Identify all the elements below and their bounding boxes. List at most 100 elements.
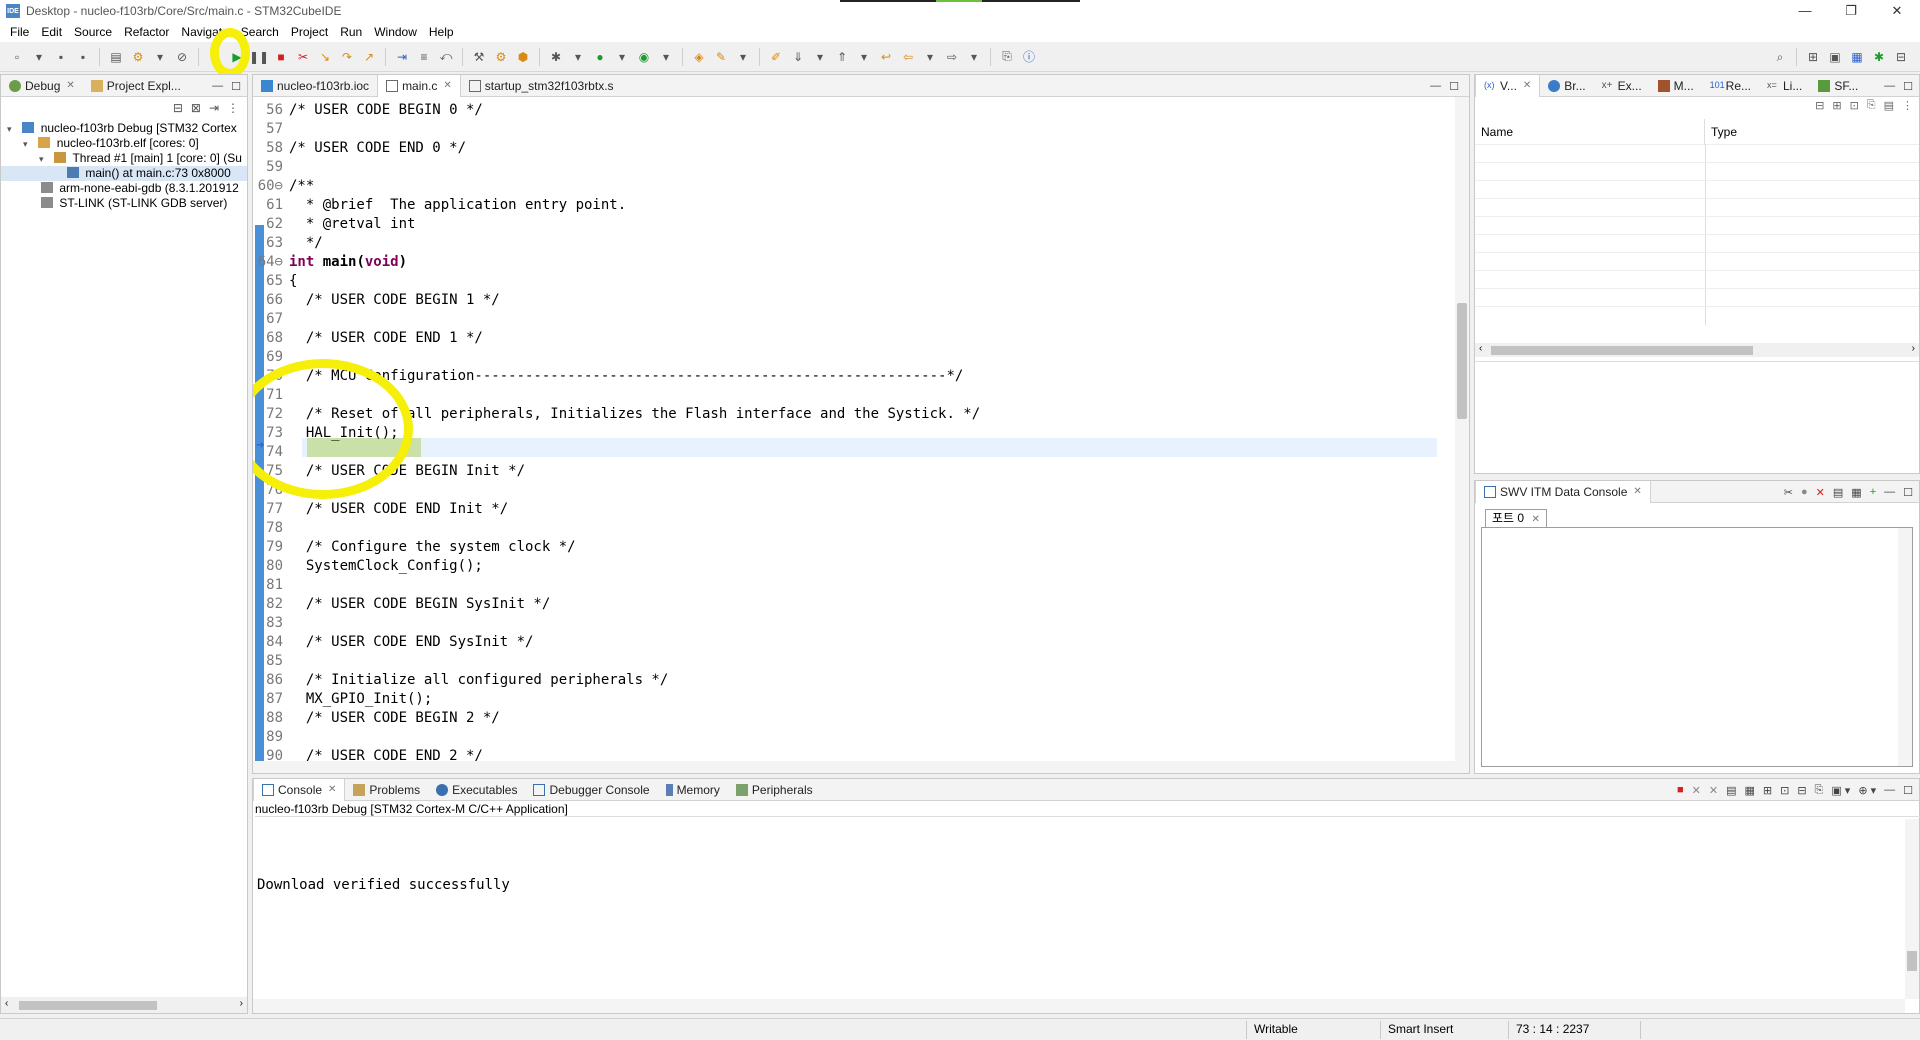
export-icon[interactable]: ▦	[1851, 486, 1861, 499]
menu-edit[interactable]: Edit	[35, 25, 68, 39]
menu-help[interactable]: Help	[423, 25, 460, 39]
device-config-icon[interactable]: ⚒	[470, 48, 488, 66]
code-line[interactable]: 89	[253, 728, 289, 747]
add-port-icon[interactable]: +	[1870, 486, 1876, 498]
tab-problems[interactable]: Problems	[345, 779, 428, 801]
close-icon[interactable]: ✕	[66, 80, 74, 91]
open-perspective-icon[interactable]: ⎘	[998, 48, 1016, 66]
scroll-left-icon[interactable]: ‹	[5, 998, 8, 1009]
close-icon[interactable]: ✕	[328, 784, 336, 795]
code-line[interactable]: 67	[253, 310, 289, 329]
save-icon[interactable]: ▤	[1833, 486, 1843, 499]
forward-icon[interactable]: ⇨	[943, 48, 961, 66]
tab-peripherals[interactable]: Peripherals	[728, 779, 821, 801]
maximize-view-icon[interactable]: ☐	[1903, 80, 1913, 93]
code-line[interactable]: 64⊖ int main(void)	[253, 253, 407, 272]
save-all-icon[interactable]: ▪	[74, 48, 92, 66]
code-line[interactable]: 69	[253, 348, 289, 367]
close-icon[interactable]: ✕	[1633, 486, 1641, 497]
tree-item-gdb[interactable]: arm-none-eabi-gdb (8.3.1.201912	[1, 181, 247, 196]
open-type-icon[interactable]: ◈	[690, 48, 708, 66]
tree-item-elf[interactable]: ▾ nucleo-f103rb.elf [cores: 0]	[1, 136, 247, 151]
swv-output-area[interactable]	[1481, 527, 1913, 767]
open-perspective-icon[interactable]: ⊞	[1804, 48, 1822, 66]
collapse-all-icon[interactable]: ⊟	[1815, 99, 1824, 112]
maximize-view-icon[interactable]: ☐	[1449, 80, 1459, 93]
minimize-view-icon[interactable]: —	[1430, 80, 1441, 92]
tab-debug[interactable]: Debug ✕	[1, 75, 83, 97]
dropdown-icon[interactable]: ▾	[965, 48, 983, 66]
dropdown-icon[interactable]: ▾	[30, 48, 48, 66]
remove-launch-icon[interactable]: ✕	[1692, 784, 1701, 797]
menu-project[interactable]: Project	[285, 25, 334, 39]
tree-item-thread[interactable]: ▾ Thread #1 [main] 1 [core: 0] (Su	[1, 151, 247, 166]
code-line[interactable]: 58 /* USER CODE END 0 */	[253, 139, 466, 158]
dropdown-icon[interactable]: ▾	[921, 48, 939, 66]
terminate-icon[interactable]: ■	[1677, 784, 1684, 796]
console-hscrollbar[interactable]	[253, 999, 1905, 1013]
word-wrap-icon[interactable]: ⊞	[1763, 784, 1772, 797]
code-line[interactable]: 82 /* USER CODE BEGIN SysInit */	[253, 595, 550, 614]
layout-icon[interactable]: ▤	[1884, 99, 1894, 112]
show-on-output-icon[interactable]: ⊡	[1780, 784, 1789, 797]
step-over-icon[interactable]: ↷	[338, 48, 356, 66]
code-line[interactable]: 81	[253, 576, 289, 595]
tab-live-expressions[interactable]: x= Li...	[1759, 75, 1810, 97]
tab-startup-s[interactable]: startup_stm32f103rbtx.s	[461, 75, 622, 97]
terminate-icon[interactable]: ■	[272, 48, 290, 66]
build-all-icon[interactable]: ⬢	[514, 48, 532, 66]
minimize-view-icon[interactable]: —	[212, 80, 223, 92]
code-line[interactable]: 56 /* USER CODE BEGIN 0 */	[253, 101, 483, 120]
external-tools-icon[interactable]: ◉	[635, 48, 653, 66]
code-editor[interactable]: ➔ 56/* USER CODE BEGIN 0 */57 58/* USER C…	[253, 97, 1469, 773]
minimize-button[interactable]: —	[1782, 0, 1828, 22]
editor-vscrollbar[interactable]	[1455, 97, 1469, 761]
tree-item-stack-frame[interactable]: main() at main.c:73 0x8000	[1, 166, 247, 181]
open-console-icon[interactable]: ⊕ ▾	[1858, 784, 1876, 797]
code-line[interactable]: 65 {	[253, 272, 297, 291]
generate-code-icon[interactable]: ⚙	[492, 48, 510, 66]
scrollbar-thumb[interactable]	[1457, 303, 1467, 419]
run-icon[interactable]: ●	[591, 48, 609, 66]
chevron-down-icon[interactable]: ▾	[7, 122, 19, 136]
dropdown-icon[interactable]: ▾	[734, 48, 752, 66]
dropdown-icon[interactable]: ▾	[811, 48, 829, 66]
code-line[interactable]: 59	[253, 158, 289, 177]
code-line[interactable]: 83	[253, 614, 289, 633]
maximize-button[interactable]: ❐	[1828, 0, 1874, 22]
column-name[interactable]: Name	[1475, 119, 1705, 145]
code-line[interactable]: 63 */	[253, 234, 323, 253]
console-vscrollbar[interactable]	[1905, 819, 1919, 999]
print-icon[interactable]: ▤	[107, 48, 125, 66]
restart-icon[interactable]: ⤺	[437, 48, 455, 66]
port-tab[interactable]: 포트 0 ✕	[1485, 509, 1547, 527]
tab-swv-itm[interactable]: SWV ITM Data Console ✕	[1475, 480, 1651, 503]
save-icon[interactable]: ▪	[52, 48, 70, 66]
dropdown-icon[interactable]: ▾	[151, 48, 169, 66]
clear-icon[interactable]: ✕	[1816, 486, 1825, 499]
tab-debugger-console[interactable]: Debugger Console	[525, 779, 657, 801]
next-annotation-icon[interactable]: ⇓	[789, 48, 807, 66]
tab-ioc[interactable]: nucleo-f103rb.ioc	[253, 75, 377, 97]
minimize-view-icon[interactable]: —	[1884, 486, 1895, 498]
last-edit-icon[interactable]: ↩	[877, 48, 895, 66]
dropdown-icon[interactable]: ▾	[569, 48, 587, 66]
close-icon[interactable]: ✕	[1523, 80, 1531, 91]
minimize-view-icon[interactable]: —	[1884, 80, 1895, 92]
configure-trace-icon[interactable]: ✂	[1784, 486, 1793, 499]
toggle-mark-occurrences-icon[interactable]: ✐	[767, 48, 785, 66]
code-line[interactable]: 80 SystemClock_Config();	[253, 557, 483, 576]
menu-source[interactable]: Source	[68, 25, 118, 39]
view-menu-icon[interactable]: ⋮	[227, 101, 239, 115]
dropdown-icon[interactable]: ▾	[855, 48, 873, 66]
suspend-icon[interactable]: ❚❚	[249, 48, 269, 66]
new-icon[interactable]: ▫	[8, 48, 26, 66]
code-line[interactable]: 78	[253, 519, 289, 538]
show-logical-structure-icon[interactable]: ⊡	[1850, 99, 1859, 112]
code-line[interactable]: 60⊖ /**	[253, 177, 315, 196]
show-on-error-icon[interactable]: ⊟	[1797, 784, 1806, 797]
instruction-stepping-icon[interactable]: ⇥	[393, 48, 411, 66]
reset-icon[interactable]: ≡	[415, 48, 433, 66]
tab-project-explorer[interactable]: Project Expl...	[83, 75, 189, 97]
tab-sfrs[interactable]: SF...	[1810, 75, 1866, 97]
